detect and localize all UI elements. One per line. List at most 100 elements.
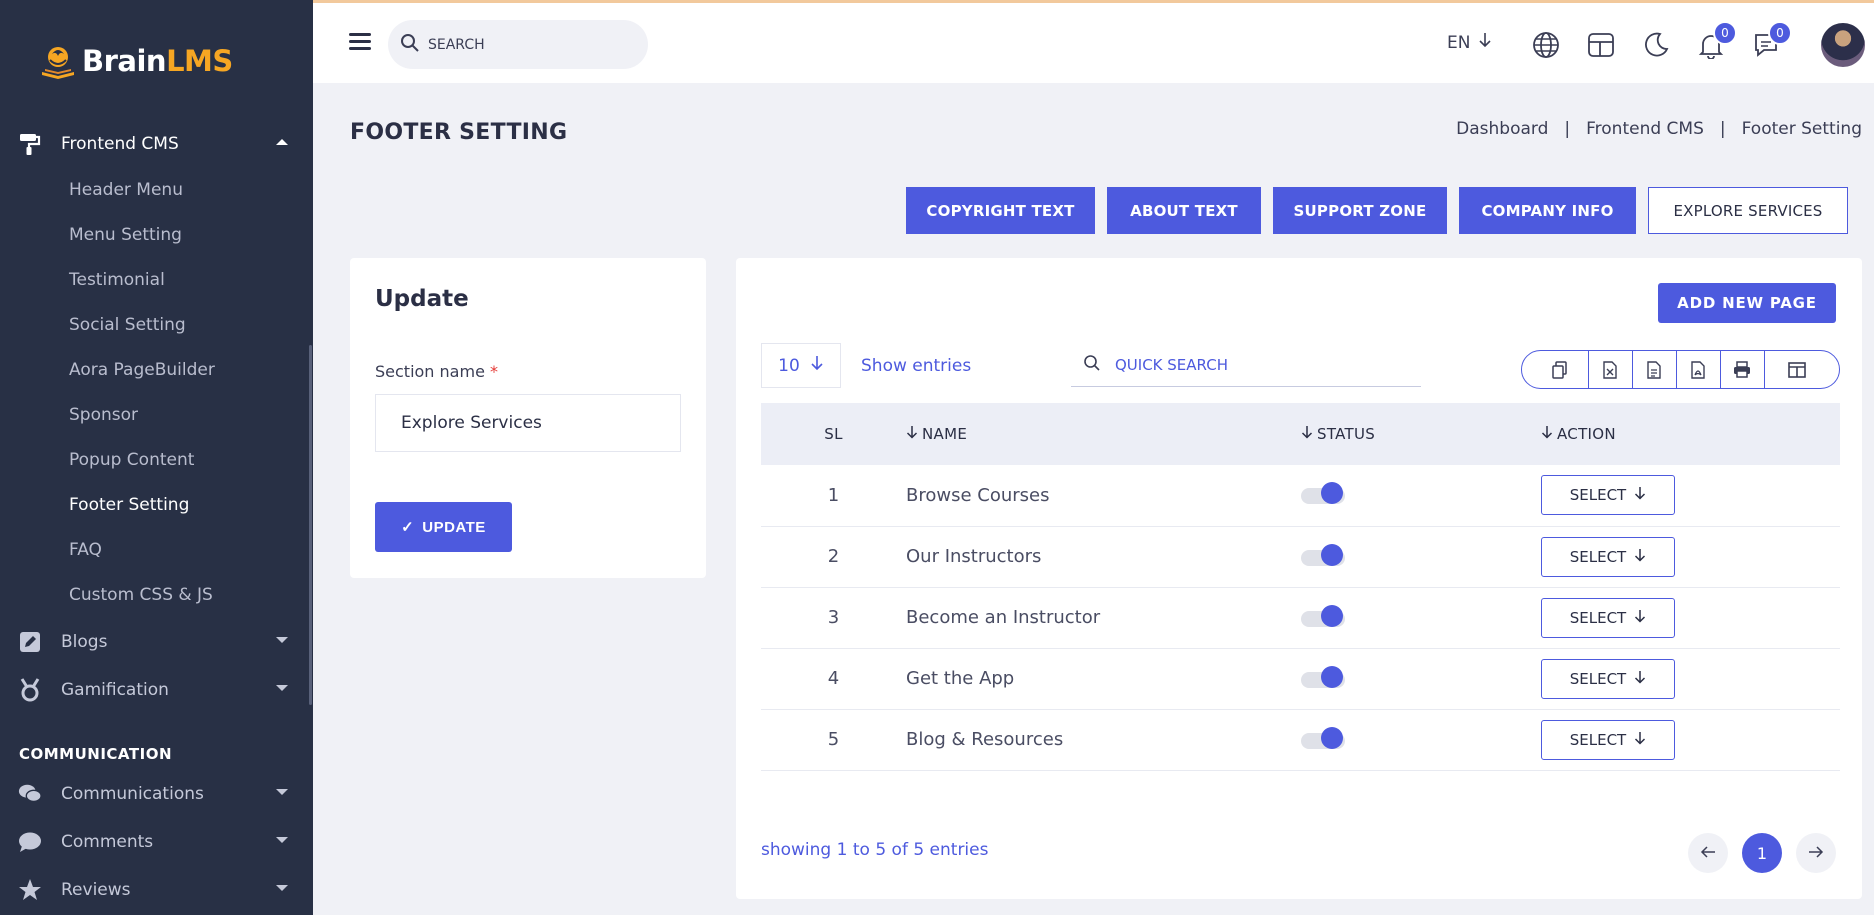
row-name: Browse Courses	[906, 465, 1301, 527]
breadcrumb-dashboard[interactable]: Dashboard	[1456, 119, 1548, 139]
logo-icon	[36, 42, 80, 80]
add-new-page-button[interactable]: ADD NEW PAGE	[1658, 283, 1836, 323]
sidebar-group-gamification[interactable]: Gamification	[18, 675, 288, 705]
select-action-button[interactable]: SELECT	[1541, 658, 1675, 699]
status-toggle[interactable]	[1301, 482, 1345, 508]
sidebar-item-header-menu[interactable]: Header Menu	[69, 178, 183, 202]
row-name: Our Instructors	[906, 526, 1301, 588]
print-icon[interactable]	[1719, 351, 1764, 388]
bell-icon[interactable]: 0	[1695, 21, 1737, 61]
sidebar-group-frontend-cms[interactable]: Frontend CMS	[18, 129, 288, 159]
arrow-down-icon	[1634, 486, 1646, 504]
status-toggle[interactable]	[1301, 604, 1345, 631]
column-sl[interactable]: SL	[761, 403, 906, 465]
caret-down-icon	[276, 637, 288, 643]
notification-badge: 0	[1713, 21, 1737, 45]
global-search[interactable]	[388, 20, 648, 69]
tab-support-zone[interactable]: SUPPORT ZONE	[1273, 187, 1447, 234]
table-row: 3 Become an Instructor SELECT	[761, 587, 1840, 649]
caret-down-icon	[276, 789, 288, 795]
quick-search-input[interactable]	[1115, 355, 1395, 374]
status-toggle[interactable]	[1301, 665, 1345, 692]
sidebar-item-faq[interactable]: FAQ	[69, 538, 102, 562]
column-status[interactable]: STATUS	[1301, 403, 1541, 465]
column-name[interactable]: NAME	[906, 403, 1301, 465]
select-action-button[interactable]: SELECT	[1541, 597, 1675, 638]
next-page-button[interactable]	[1796, 833, 1836, 873]
pdf-icon[interactable]	[1675, 351, 1720, 388]
search-input[interactable]	[428, 36, 628, 53]
menu-toggle-icon[interactable]	[349, 33, 371, 51]
quick-search[interactable]	[1071, 343, 1421, 387]
sidebar-item-custom-css-js[interactable]: Custom CSS & JS	[69, 583, 213, 607]
row-name: Become an Instructor	[906, 587, 1301, 649]
pagination: 1	[1688, 833, 1836, 873]
prev-page-button[interactable]	[1688, 833, 1728, 873]
check-icon: ✓	[401, 519, 415, 536]
layout-icon[interactable]	[1585, 29, 1617, 61]
row-sl: 1	[761, 465, 906, 527]
arrow-right-icon	[1808, 844, 1824, 863]
status-toggle[interactable]	[1301, 726, 1345, 753]
sidebar-group-communications[interactable]: Communications	[18, 779, 288, 809]
select-action-button[interactable]: SELECT	[1541, 536, 1675, 577]
sidebar-item-popup-content[interactable]: Popup Content	[69, 448, 194, 472]
sidebar-group-reviews[interactable]: Reviews	[18, 875, 288, 905]
tab-explore-services[interactable]: EXPLORE SERVICES	[1648, 187, 1848, 234]
section-name-input[interactable]	[375, 394, 681, 452]
column-action[interactable]: ACTION	[1541, 403, 1840, 465]
select-action-button[interactable]: SELECT	[1541, 475, 1675, 516]
select-action-button[interactable]: SELECT	[1541, 719, 1675, 760]
excel-icon[interactable]	[1587, 351, 1632, 388]
moon-icon[interactable]	[1640, 29, 1672, 61]
columns-icon[interactable]	[1763, 351, 1839, 388]
breadcrumb-separator: |	[1564, 119, 1571, 139]
required-mark: *	[490, 362, 498, 381]
message-icon[interactable]: 0	[1750, 21, 1792, 61]
sidebar-item-menu-setting[interactable]: Menu Setting	[69, 223, 182, 247]
arrow-down-icon	[1634, 731, 1646, 749]
star-icon	[18, 878, 42, 902]
tab-about-text[interactable]: ABOUT TEXT	[1107, 187, 1261, 234]
sidebar-item-footer-setting[interactable]: Footer Setting	[69, 493, 189, 517]
arrow-down-icon	[1478, 32, 1492, 53]
search-icon	[400, 33, 420, 57]
breadcrumb: Dashboard | Frontend CMS | Footer Settin…	[1456, 119, 1862, 139]
page-1-button[interactable]: 1	[1742, 833, 1782, 873]
sidebar-group-comments[interactable]: Comments	[18, 827, 288, 857]
chat-icon	[18, 782, 42, 806]
user-avatar[interactable]	[1821, 23, 1865, 67]
caret-down-icon	[276, 885, 288, 891]
sidebar-item-sponsor[interactable]: Sponsor	[69, 403, 138, 427]
export-toolbar	[1521, 350, 1840, 389]
entries-per-page-select[interactable]: 10	[761, 343, 841, 388]
breadcrumb-frontend-cms[interactable]: Frontend CMS	[1586, 119, 1704, 139]
sidebar-item-testimonial[interactable]: Testimonial	[69, 268, 165, 292]
sort-icon	[906, 425, 918, 443]
sidebar-group-blogs[interactable]: Blogs	[18, 627, 288, 657]
tab-company-info[interactable]: COMPANY INFO	[1459, 187, 1636, 234]
brand-logo[interactable]: BrainLMS	[36, 42, 233, 80]
copy-icon[interactable]	[1522, 351, 1588, 388]
medal-icon	[18, 678, 42, 702]
table-header-row: SL NAME STATUS ACTION	[761, 403, 1840, 465]
row-sl: 2	[761, 526, 906, 588]
tab-copyright-text[interactable]: COPYRIGHT TEXT	[906, 187, 1095, 234]
sidebar-group-label: Communications	[61, 784, 204, 804]
language-selector[interactable]: EN	[1447, 32, 1492, 53]
sidebar-item-aora-pagebuilder[interactable]: Aora PageBuilder	[69, 358, 215, 382]
message-badge: 0	[1768, 21, 1792, 45]
update-button-label: UPDATE	[422, 518, 486, 536]
edit-icon	[18, 630, 42, 654]
status-toggle[interactable]	[1301, 543, 1345, 570]
update-button[interactable]: ✓ UPDATE	[375, 502, 512, 552]
csv-icon[interactable]	[1631, 351, 1676, 388]
language-code: EN	[1447, 32, 1471, 53]
sidebar-item-social-setting[interactable]: Social Setting	[69, 313, 186, 337]
sidebar-scrollbar[interactable]	[309, 345, 312, 705]
breadcrumb-footer-setting: Footer Setting	[1741, 119, 1862, 139]
sidebar-group-label: Comments	[61, 832, 154, 852]
arrow-down-icon	[1634, 548, 1646, 566]
footer-tabs: COPYRIGHT TEXT ABOUT TEXT SUPPORT ZONE C…	[906, 187, 1848, 234]
globe-icon[interactable]	[1530, 29, 1562, 61]
